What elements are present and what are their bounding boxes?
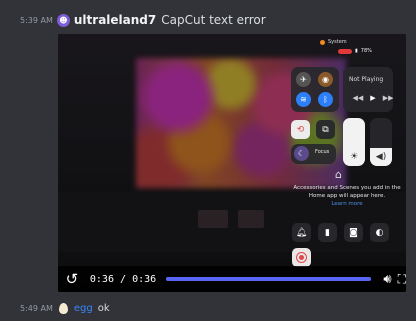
user-mention[interactable]: egg xyxy=(74,303,93,314)
username[interactable]: ultraleland7 xyxy=(74,13,156,27)
play-icon[interactable]: ▶ xyxy=(370,94,375,102)
message-text: ok xyxy=(97,302,110,314)
brightness-icon: ☀ xyxy=(349,152,359,162)
message-timestamp: 5:39 AM xyxy=(20,15,53,25)
status-label: System xyxy=(328,39,347,45)
volume-slider[interactable]: ◀) xyxy=(370,118,392,166)
bell-icon[interactable]: 🔔︎ xyxy=(292,223,311,242)
home-message-text: Accessories and Scenes you add in the Ho… xyxy=(293,185,401,199)
screen-record-button[interactable] xyxy=(292,248,311,267)
now-playing-label: Not Playing xyxy=(349,76,384,83)
video-player[interactable]: System ▮ 78% ✈ ◉ ≋ ᛒ Not Playing ◀◀ ▶ ▶▶… xyxy=(58,34,406,292)
moon-icon: ☾ xyxy=(294,146,309,161)
accessibility-icon[interactable]: ◐ xyxy=(370,223,389,242)
status-dot-icon xyxy=(320,39,325,45)
rewind-icon[interactable]: ◀◀ xyxy=(353,94,364,102)
time-separator: / xyxy=(120,273,127,285)
home-icon: ⌂ xyxy=(335,168,342,181)
battery-icon: ▮ xyxy=(355,48,358,54)
egg-avatar-icon[interactable] xyxy=(58,302,68,314)
current-time: 0:36 xyxy=(89,273,114,285)
now-playing-tile[interactable]: Not Playing ◀◀ ▶ ▶▶ xyxy=(343,67,393,112)
focus-tile[interactable]: ☾ Focus xyxy=(291,144,336,164)
status-bar: System xyxy=(320,39,347,45)
airplane-icon[interactable]: ✈ xyxy=(296,72,311,87)
recording-pill-icon xyxy=(338,48,352,54)
battery-level: 78% xyxy=(360,48,372,54)
progress-bar[interactable] xyxy=(166,277,372,281)
record-icon xyxy=(296,252,307,263)
duration: 0:36 xyxy=(132,273,157,285)
message-timestamp: 5:49 AM xyxy=(20,303,53,313)
progress-fill xyxy=(166,277,372,281)
message-2: 5:49 AM egg ok xyxy=(20,301,110,315)
message-header: 5:39 AM ☻ ultraleland7 CapCut text error xyxy=(20,10,266,30)
focus-label: Focus xyxy=(315,149,330,155)
flashlight-icon[interactable]: ▮ xyxy=(318,223,337,242)
forward-icon[interactable]: ▶▶ xyxy=(383,94,394,102)
screen-mirror-icon[interactable]: ⧉ xyxy=(316,120,335,139)
wifi-icon[interactable]: ≋ xyxy=(296,92,311,107)
speaker-icon: ◀) xyxy=(375,152,387,162)
status-right: ▮ 78% xyxy=(338,48,372,54)
home-message: Accessories and Scenes you add in the Ho… xyxy=(292,184,402,208)
cellular-icon[interactable]: ◉ xyxy=(318,72,333,87)
orientation-lock-icon[interactable]: ⟲ xyxy=(291,120,310,139)
volume-icon[interactable]: 🔊︎ xyxy=(383,272,391,287)
home-link[interactable]: Learn more xyxy=(331,201,362,207)
brightness-slider[interactable]: ☀ xyxy=(343,118,365,166)
replay-icon[interactable]: ↺ xyxy=(58,270,86,288)
message-text: CapCut text error xyxy=(161,13,266,27)
connectivity-tile: ✈ ◉ ≋ ᛒ xyxy=(291,67,339,112)
camera-icon[interactable]: ◙ xyxy=(344,223,363,242)
player-controls: ↺ 0:36 / 0:36 🔊︎ ⛶ xyxy=(58,266,406,292)
time-display: 0:36 / 0:36 xyxy=(90,274,156,285)
bluetooth-icon[interactable]: ᛒ xyxy=(318,92,333,107)
fullscreen-icon[interactable]: ⛶ xyxy=(398,272,406,287)
user-avatar-icon[interactable]: ☻ xyxy=(56,13,70,27)
